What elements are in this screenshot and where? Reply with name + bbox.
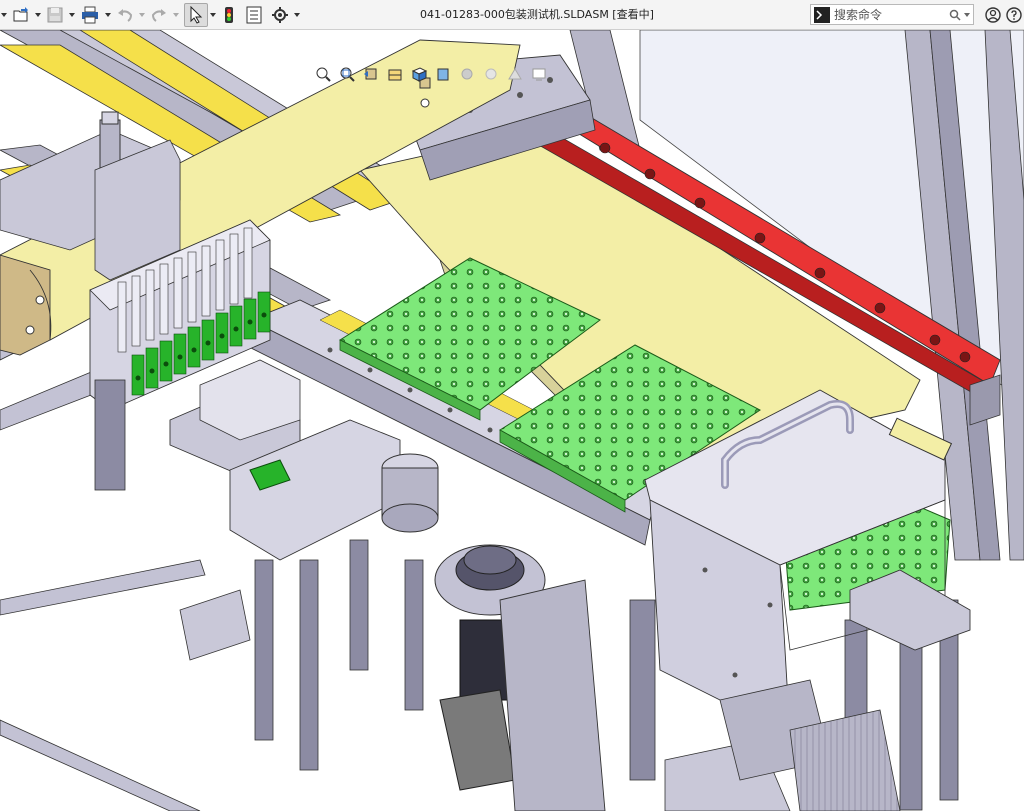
document-title: 041-01283-000包装测试机.SLDASM [查看中] [420, 8, 654, 21]
save-icon[interactable] [43, 3, 67, 27]
open-folder-icon[interactable] [9, 3, 33, 27]
help-icon[interactable] [1004, 5, 1024, 25]
view-settings-icon[interactable] [528, 64, 550, 84]
graphics-area[interactable] [0, 30, 1024, 811]
file-properties-icon[interactable] [242, 3, 266, 27]
chevron-down-icon[interactable] [293, 3, 301, 27]
print-icon[interactable] [77, 3, 103, 27]
gear-icon[interactable] [268, 3, 292, 27]
chevron-down-icon[interactable] [68, 3, 76, 27]
chevron-down-icon[interactable] [138, 3, 146, 27]
search-icon[interactable] [948, 8, 962, 22]
edit-appearance-icon[interactable] [480, 64, 502, 84]
zoom-to-fit-icon[interactable] [312, 64, 334, 84]
command-prompt-icon [814, 6, 830, 23]
previous-view-icon[interactable] [360, 64, 382, 84]
chevron-down-icon[interactable] [0, 3, 8, 27]
undo-icon[interactable] [113, 3, 137, 27]
chevron-down-icon[interactable] [34, 3, 42, 27]
section-view-icon[interactable] [384, 64, 406, 84]
search-commands-box[interactable] [810, 4, 974, 25]
user-account-icon[interactable] [983, 5, 1003, 25]
assembly-model[interactable] [0, 30, 1024, 811]
redo-icon[interactable] [147, 3, 171, 27]
chevron-down-icon[interactable] [962, 12, 972, 17]
heads-up-view-toolbar [312, 63, 552, 85]
chevron-down-icon[interactable] [209, 3, 217, 27]
chevron-down-icon[interactable] [104, 3, 112, 27]
apply-scene-icon[interactable] [504, 64, 526, 84]
display-style-icon[interactable] [432, 64, 454, 84]
chevron-down-icon[interactable] [172, 3, 180, 27]
traffic-light-icon[interactable] [218, 3, 240, 27]
select-arrow-icon[interactable] [184, 2, 208, 27]
view-orientation-icon[interactable] [408, 64, 430, 84]
search-input[interactable] [830, 7, 948, 22]
hide-show-icon[interactable] [456, 64, 478, 84]
zoom-area-icon[interactable] [336, 64, 358, 84]
